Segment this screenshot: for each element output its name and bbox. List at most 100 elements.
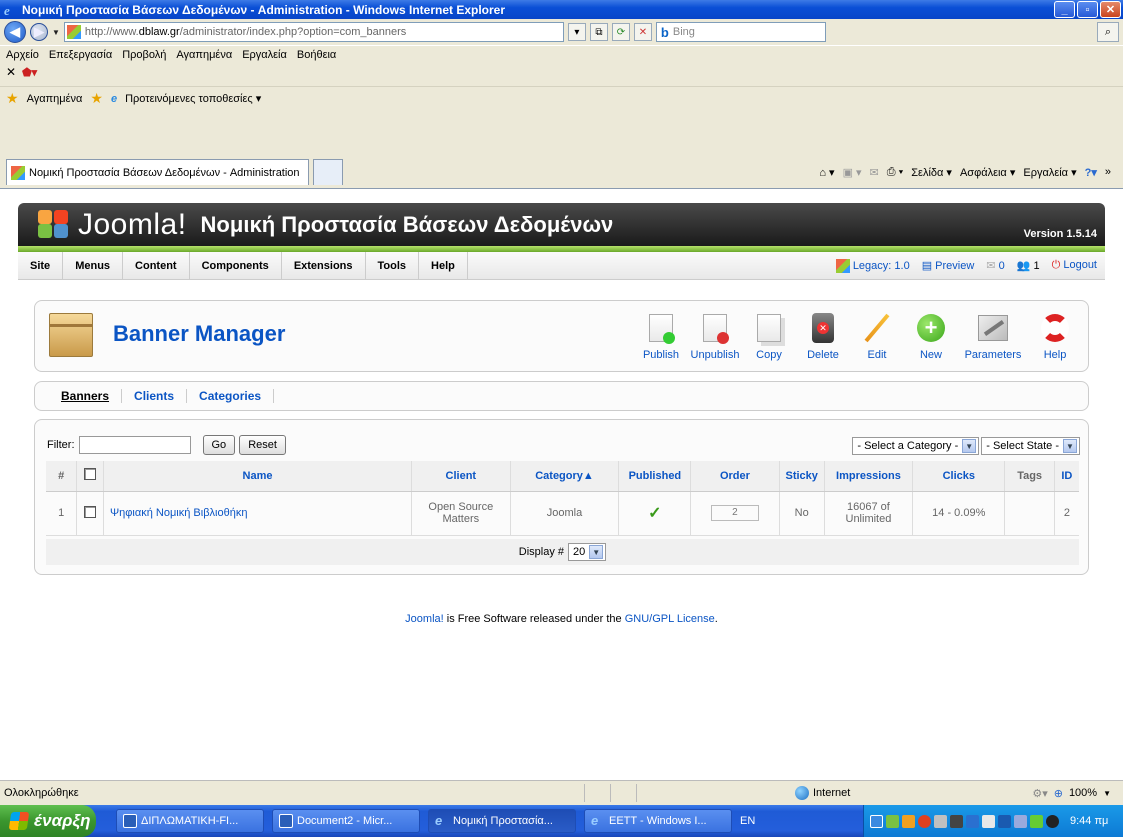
state-select[interactable]: - Select State - ▼ xyxy=(981,437,1080,455)
stop-icon[interactable]: ✕ xyxy=(633,23,652,41)
col-client[interactable]: Client xyxy=(411,461,511,492)
tray-icon[interactable] xyxy=(870,814,883,828)
task-word-thesis[interactable]: ΔΙΠΛΩΜΑΤΙΚΗ-FI... xyxy=(116,809,264,833)
print-icon[interactable]: ⎙ ▾ xyxy=(887,166,903,179)
tray-icon[interactable] xyxy=(982,814,995,828)
task-ie-eett[interactable]: e EETT - Windows I... xyxy=(584,809,732,833)
legacy-link[interactable]: Legacy: 1.0 xyxy=(835,258,910,273)
menu-tools[interactable]: Tools xyxy=(366,251,420,280)
gpl-link[interactable]: GNU/GPL License xyxy=(625,613,715,625)
zoom-control[interactable]: ⚙▾ ⊕ 100% ▼ xyxy=(993,787,1123,800)
col-sticky[interactable]: Sticky xyxy=(779,461,825,492)
history-dropdown-icon[interactable]: ▼ xyxy=(52,28,60,37)
messages-link[interactable]: ✉ 0 xyxy=(986,259,1004,272)
address-field[interactable]: http://www. dblaw.gr/administrator/index.… xyxy=(63,22,564,42)
preview-link[interactable]: ▤ Preview xyxy=(922,259,975,272)
tab-active[interactable]: Νομική Προστασία Βάσεων Δεδομένων - Admi… xyxy=(6,159,309,185)
clock[interactable]: 9:44 πμ xyxy=(1070,815,1108,827)
mail-icon[interactable]: ✉ xyxy=(870,166,879,179)
tray-icon[interactable] xyxy=(950,814,963,828)
published-check-icon[interactable]: ✓ xyxy=(648,505,661,522)
subnav-banners[interactable]: Banners xyxy=(49,389,123,403)
menu-components[interactable]: Components xyxy=(190,251,282,280)
col-published[interactable]: Published xyxy=(618,461,692,492)
menu-tools[interactable]: Εργαλεία xyxy=(242,49,287,61)
col-checkbox[interactable] xyxy=(76,461,104,492)
add-favorite-icon[interactable]: ★ xyxy=(90,90,103,107)
copy-button[interactable]: Copy xyxy=(742,311,796,361)
maximize-button[interactable]: ▫ xyxy=(1077,1,1098,18)
menu-help[interactable]: Βοήθεια xyxy=(297,49,336,61)
reset-button[interactable]: Reset xyxy=(239,435,286,455)
tray-icon[interactable] xyxy=(886,814,899,828)
search-field[interactable]: b Bing xyxy=(655,22,826,42)
suggested-sites-button[interactable]: Προτεινόμενες τοποθεσίες ▾ xyxy=(125,92,261,105)
col-id[interactable]: ID xyxy=(1054,461,1079,492)
back-button[interactable]: ◀ xyxy=(4,21,26,43)
tray-icon[interactable] xyxy=(1030,814,1043,828)
menu-menus[interactable]: Menus xyxy=(63,251,124,280)
tray-icon[interactable] xyxy=(966,814,979,828)
tray-icon[interactable] xyxy=(998,814,1011,828)
subnav-clients[interactable]: Clients xyxy=(122,389,188,403)
help-icon[interactable]: ?▾ xyxy=(1085,166,1097,179)
home-icon[interactable]: ⌂ ▾ xyxy=(819,166,834,179)
feeds-icon[interactable]: ▣ ▾ xyxy=(843,166,862,179)
help-button[interactable]: Help xyxy=(1028,311,1082,361)
task-ie-current[interactable]: e Νομική Προστασία... xyxy=(428,809,576,833)
menu-view[interactable]: Προβολή xyxy=(122,49,166,61)
favorites-button[interactable]: Αγαπημένα xyxy=(27,93,83,105)
col-order[interactable]: Order xyxy=(690,461,780,492)
compat-view-icon[interactable]: ⧉ xyxy=(589,23,608,41)
menu-help[interactable]: Help xyxy=(419,251,468,280)
protected-mode-icon[interactable]: ⚙▾ xyxy=(1032,787,1047,800)
subnav-categories[interactable]: Categories xyxy=(187,389,275,403)
tools-menu[interactable]: Εργαλεία ▾ xyxy=(1023,166,1076,179)
forward-button[interactable]: ▶ xyxy=(30,23,48,41)
menu-favorites[interactable]: Αγαπημένα xyxy=(176,49,232,61)
select-all-checkbox[interactable] xyxy=(84,468,97,481)
filter-input[interactable] xyxy=(78,436,191,454)
order-input[interactable]: 2 xyxy=(710,505,759,521)
col-impressions[interactable]: Impressions xyxy=(824,461,914,492)
tray-icon[interactable] xyxy=(902,814,915,828)
language-indicator[interactable]: EN xyxy=(740,815,764,827)
col-clicks[interactable]: Clicks xyxy=(912,461,1006,492)
joomla-link[interactable]: Joomla! xyxy=(405,613,444,625)
publish-button[interactable]: Publish xyxy=(634,311,688,361)
users-link[interactable]: 👥 1 xyxy=(1017,259,1040,272)
category-select[interactable]: - Select a Category - ▼ xyxy=(852,437,980,455)
tray-icon[interactable] xyxy=(1014,814,1027,828)
menu-file[interactable]: Αρχείο xyxy=(6,49,39,61)
pdf-icon[interactable]: ⬟▾ xyxy=(22,66,37,79)
new-button[interactable]: + New xyxy=(904,311,958,361)
parameters-button[interactable]: Parameters xyxy=(958,311,1028,361)
display-select[interactable]: 20 ▼ xyxy=(568,543,607,561)
new-tab-button[interactable] xyxy=(312,159,343,185)
refresh-icon[interactable]: ⟳ xyxy=(611,23,630,41)
banner-name-link[interactable]: Ψηφιακή Νομική Βιβλιοθήκη xyxy=(103,491,413,536)
chevron-more-icon[interactable]: » xyxy=(1105,166,1111,178)
security-zone[interactable]: Internet xyxy=(795,786,993,800)
menu-content[interactable]: Content xyxy=(123,251,190,280)
menu-edit[interactable]: Επεξεργασία xyxy=(49,49,112,61)
close-toolbar-icon[interactable]: ✕ xyxy=(6,65,16,79)
tray-icon[interactable] xyxy=(918,814,931,828)
go-button[interactable]: Go xyxy=(202,435,236,455)
menu-site[interactable]: Site xyxy=(18,251,64,280)
col-name[interactable]: Name xyxy=(103,461,413,492)
menu-extensions[interactable]: Extensions xyxy=(282,251,366,280)
address-dropdown-icon[interactable]: ▾ xyxy=(567,23,586,41)
page-menu[interactable]: Σελίδα ▾ xyxy=(911,166,952,179)
search-icon[interactable]: ⌕ xyxy=(1097,22,1119,42)
close-button[interactable]: ✕ xyxy=(1100,1,1121,18)
edit-button[interactable]: Edit xyxy=(850,311,904,361)
unpublish-button[interactable]: Unpublish xyxy=(688,311,742,361)
start-button[interactable]: έναρξη xyxy=(0,805,96,837)
col-category[interactable]: Category▲ xyxy=(510,461,620,492)
tray-icon[interactable] xyxy=(1046,814,1059,828)
safety-menu[interactable]: Ασφάλεια ▾ xyxy=(960,166,1015,179)
minimize-button[interactable]: _ xyxy=(1054,1,1075,18)
task-word-document2[interactable]: Document2 - Micr... xyxy=(272,809,420,833)
logout-link[interactable]: ⏻ Logout xyxy=(1052,259,1097,272)
